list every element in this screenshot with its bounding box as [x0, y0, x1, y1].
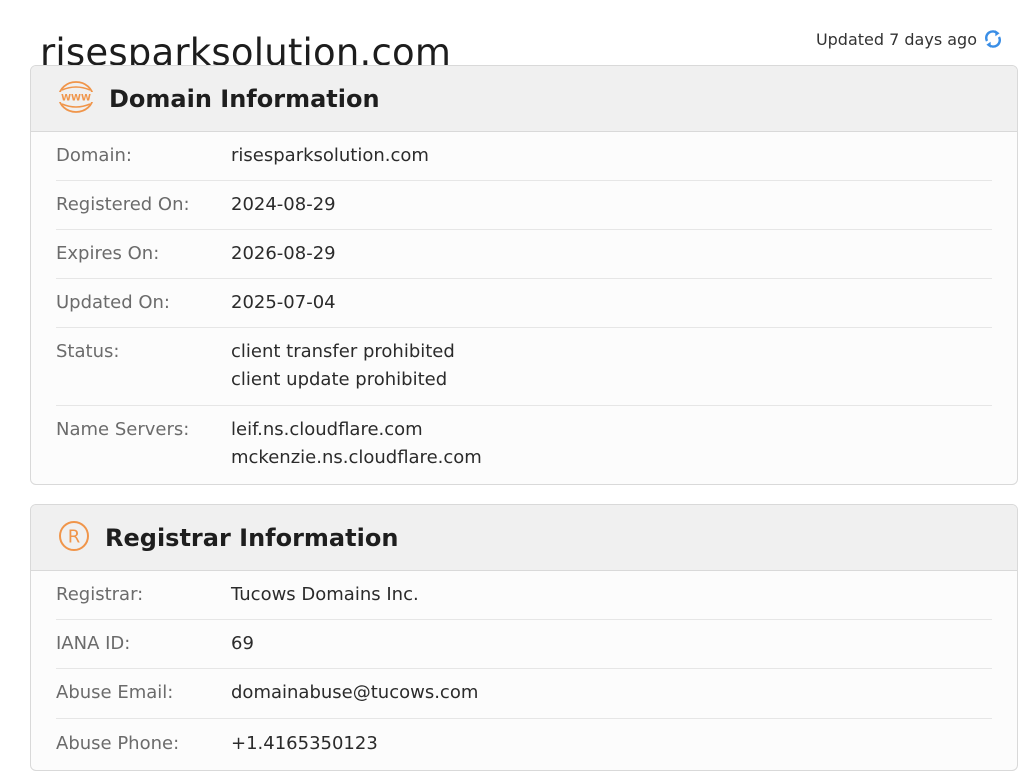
row-value-line: leif.ns.cloudflare.com [231, 419, 423, 440]
row-value-line: 2026-08-29 [231, 243, 336, 264]
row-label: IANA ID: [56, 633, 131, 654]
row-value-line: 69 [231, 633, 254, 654]
info-row: Abuse Phone: +1.4165350123 [56, 719, 992, 769]
info-row: Name Servers: leif.ns.cloudflare.com mcken… [56, 406, 992, 483]
row-label: Expires On: [56, 243, 160, 264]
row-label: Name Servers: [56, 419, 190, 440]
info-row: Domain: risesparksolution.com [56, 132, 992, 181]
row-value-line: client transfer prohibited [231, 341, 455, 362]
row-label: Status: [56, 341, 120, 362]
svg-text:WWW: WWW [61, 93, 91, 103]
info-row: Abuse Email: domainabuse@tucows.com [56, 669, 992, 719]
info-row: Updated On: 2025-07-04 [56, 279, 992, 328]
row-value: 2024-08-29 [231, 191, 336, 229]
row-label: Registered On: [56, 194, 190, 215]
row-value-line: risesparksolution.com [231, 145, 429, 166]
row-value-line: 2025-07-04 [231, 292, 336, 313]
info-row: Status: client transfer prohibited client … [56, 328, 992, 406]
row-value: 2026-08-29 [231, 240, 336, 278]
refresh-icon[interactable] [983, 28, 1003, 50]
domain-information-header: WWW Domain Information [31, 66, 1017, 132]
registered-icon: R [57, 519, 91, 557]
row-value: client transfer prohibited client update … [231, 338, 455, 405]
domain-information-rows: Domain: risesparksolution.com Registered O… [31, 132, 1017, 483]
domain-information-card: WWW Domain Information Domain: risesparks… [30, 65, 1018, 485]
info-row: Registered On: 2024-08-29 [56, 181, 992, 230]
row-value: domainabuse@tucows.com [231, 679, 478, 718]
row-value-line: domainabuse@tucows.com [231, 682, 479, 703]
row-value: 69 [231, 630, 254, 668]
row-label: Registrar: [56, 584, 144, 605]
info-row: Registrar: Tucows Domains Inc. [56, 571, 992, 620]
row-value: risesparksolution.com [231, 142, 429, 180]
row-value-line: client update prohibited [231, 369, 448, 390]
svg-text:R: R [68, 526, 81, 547]
www-icon: WWW [57, 80, 95, 118]
row-value: 2025-07-04 [231, 289, 336, 327]
domain-information-title: Domain Information [109, 84, 380, 113]
row-value-line: +1.4165350123 [231, 733, 378, 754]
updated-status: Updated 7 days ago [816, 28, 1003, 50]
row-label: Abuse Email: [56, 682, 174, 703]
updated-text: Updated 7 days ago [815, 29, 977, 49]
row-value: Tucows Domains Inc. [231, 581, 419, 619]
row-value-line: 2024-08-29 [231, 194, 336, 215]
registrar-information-rows: Registrar: Tucows Domains Inc. IANA ID: 69 A… [31, 571, 1017, 769]
registrar-information-header: R Registrar Information [31, 505, 1017, 571]
row-label: Updated On: [56, 292, 170, 313]
row-value: leif.ns.cloudflare.com mckenzie.ns.cloudf… [231, 416, 482, 483]
row-label: Abuse Phone: [56, 733, 180, 754]
row-value: +1.4165350123 [231, 730, 378, 769]
row-label: Domain: [56, 145, 132, 166]
registrar-information-title: Registrar Information [105, 523, 399, 552]
info-row: IANA ID: 69 [56, 620, 992, 669]
row-value-line: Tucows Domains Inc. [231, 584, 419, 605]
row-value-line: mckenzie.ns.cloudflare.com [231, 447, 482, 468]
info-row: Expires On: 2026-08-29 [56, 230, 992, 279]
registrar-information-card: R Registrar Information Registrar: Tucows… [30, 504, 1018, 771]
